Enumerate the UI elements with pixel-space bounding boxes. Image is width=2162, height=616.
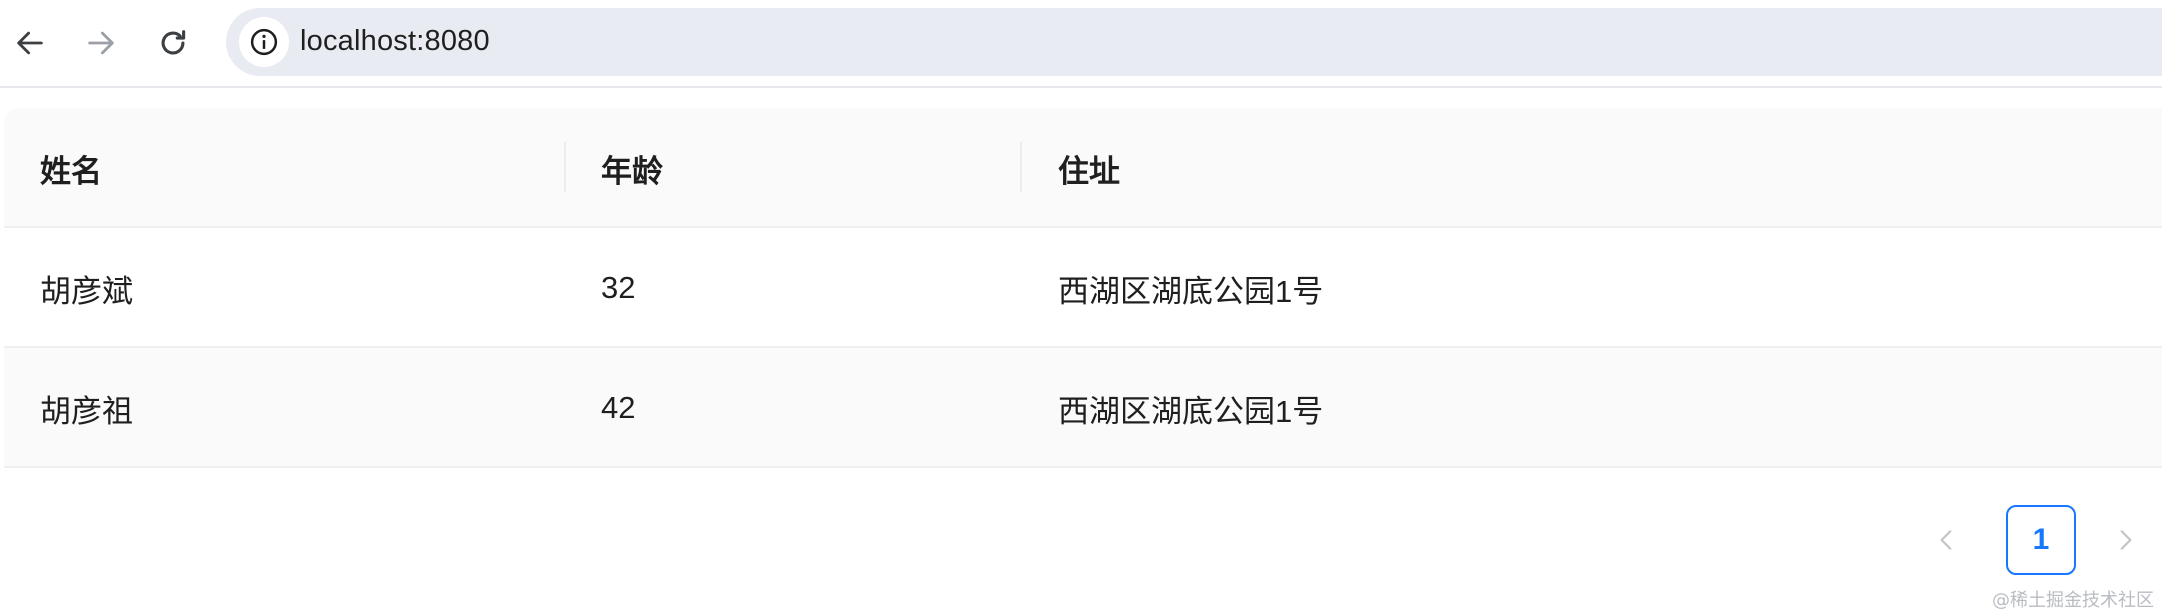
cell-age: 32 (601, 270, 636, 305)
reload-button[interactable] (146, 16, 200, 70)
cell-age: 42 (601, 390, 636, 425)
forward-button[interactable] (74, 16, 128, 70)
column-header-age: 年龄 (601, 153, 663, 189)
cell-address: 西湖区湖底公园1号 (1058, 273, 1324, 309)
cell-address: 西湖区湖底公园1号 (1058, 393, 1324, 429)
chevron-right-icon (2120, 530, 2132, 550)
data-table: 姓名 年龄 住址 胡彦斌 32 西湖区湖底公园1号 胡彦祖 42 西湖区湖底公园… (4, 108, 2162, 468)
prev-page-button[interactable] (1920, 513, 1974, 567)
next-page-button[interactable] (2098, 513, 2152, 567)
site-info-button[interactable] (239, 17, 289, 67)
cell-name: 胡彦斌 (40, 273, 133, 309)
browser-toolbar: localhost:8080 (0, 0, 2162, 88)
column-header-address: 住址 (1058, 153, 1120, 189)
reload-icon (161, 30, 186, 55)
column-divider (564, 142, 566, 192)
back-button[interactable] (3, 16, 57, 70)
column-header-name: 姓名 (40, 153, 102, 189)
column-divider (1020, 142, 1022, 192)
watermark: @稀土掘金技术社区 (1992, 590, 2154, 611)
pagination: 1 (1920, 505, 2162, 575)
arrow-right-icon (88, 31, 114, 55)
chevron-left-icon (1940, 530, 1952, 550)
address-bar[interactable]: localhost:8080 (226, 8, 2162, 76)
url-text[interactable]: localhost:8080 (300, 25, 490, 58)
page-number-current[interactable]: 1 (2006, 505, 2076, 575)
info-icon (250, 28, 278, 56)
table-row: 胡彦祖 42 西湖区湖底公园1号 (4, 348, 2162, 468)
table-header: 姓名 年龄 住址 (4, 108, 2162, 228)
cell-name: 胡彦祖 (40, 393, 133, 429)
table-row: 胡彦斌 32 西湖区湖底公园1号 (4, 228, 2162, 348)
arrow-left-icon (17, 31, 43, 55)
